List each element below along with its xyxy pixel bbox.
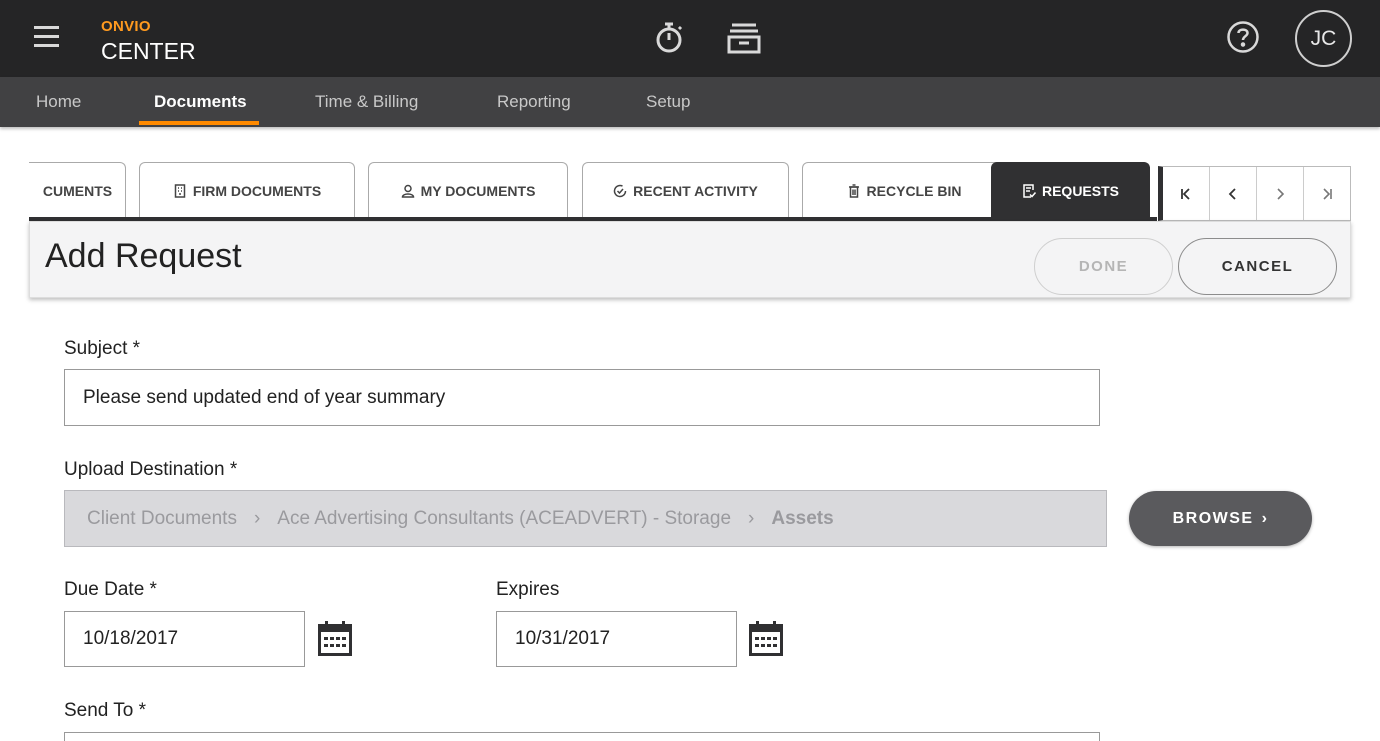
send-to-input[interactable]	[64, 732, 1100, 741]
inbox-tray-icon[interactable]	[726, 18, 762, 58]
menu-icon[interactable]	[34, 24, 60, 48]
tab-label: MY DOCUMENTS	[420, 182, 536, 199]
tab-requests[interactable]: REQUESTS	[991, 162, 1150, 218]
breadcrumb-client-documents: Client Documents	[87, 507, 237, 529]
tab-recycle-bin[interactable]: RECYCLE BIN	[802, 162, 1006, 218]
upload-destination-field: Client Documents › Ace Advertising Consu…	[64, 490, 1107, 547]
page-title: Add Request	[45, 237, 242, 275]
cancel-button[interactable]: CANCEL	[1178, 238, 1337, 295]
chevron-right-icon: ›	[748, 507, 755, 529]
tab-pager	[1158, 166, 1351, 221]
send-to-label: Send To *	[64, 700, 147, 721]
help-icon[interactable]	[1226, 20, 1260, 54]
brand-logo-main: CENTER	[101, 38, 196, 64]
user-avatar[interactable]: JC	[1295, 10, 1352, 67]
previous-page-icon[interactable]	[1210, 167, 1257, 220]
nav-item-home[interactable]: Home	[36, 92, 81, 112]
browse-button[interactable]: BROWSE ›	[1129, 491, 1312, 546]
upload-destination-label: Upload Destination *	[64, 459, 238, 480]
calendar-icon[interactable]	[317, 621, 353, 657]
building-icon	[174, 183, 186, 198]
due-date-label: Due Date *	[64, 579, 157, 600]
tab-client-documents[interactable]: CUMENTS	[29, 162, 126, 218]
expires-input[interactable]: 10/31/2017	[496, 611, 737, 667]
tab-firm-documents[interactable]: FIRM DOCUMENTS	[139, 162, 355, 218]
expires-label: Expires	[496, 579, 560, 600]
document-tabs: CUMENTS FIRM DOCUMENTS MY DOCUMENTS RECE…	[29, 162, 1351, 218]
stopwatch-icon[interactable]	[652, 18, 688, 58]
tab-label: FIRM DOCUMENTS	[192, 182, 322, 199]
recent-activity-icon	[613, 184, 627, 197]
chevron-right-icon: ›	[253, 507, 261, 529]
tab-label: RECYCLE BIN	[866, 182, 962, 199]
tab-label: REQUESTS	[1041, 182, 1119, 199]
last-page-icon[interactable]	[1304, 167, 1350, 220]
chevron-right-icon: ›	[1261, 509, 1269, 527]
nav-item-documents[interactable]: Documents	[154, 92, 247, 112]
calendar-icon[interactable]	[748, 621, 784, 657]
next-page-icon[interactable]	[1257, 167, 1304, 220]
add-request-header-panel: Add Request DONE CANCEL	[29, 221, 1351, 298]
trash-icon	[848, 183, 859, 198]
done-button[interactable]: DONE	[1034, 238, 1173, 295]
due-date-input[interactable]: 10/18/2017	[64, 611, 305, 667]
top-header: ONVIO CENTER JC	[0, 0, 1380, 77]
request-icon	[1023, 183, 1036, 198]
subject-label: Subject *	[64, 338, 141, 359]
nav-item-reporting[interactable]: Reporting	[497, 92, 571, 112]
breadcrumb-assets: Assets	[771, 507, 834, 529]
tab-recent-activity[interactable]: RECENT ACTIVITY	[582, 162, 789, 218]
first-page-icon[interactable]	[1163, 167, 1210, 220]
browse-button-label: BROWSE	[1172, 509, 1254, 527]
active-nav-indicator	[139, 121, 259, 125]
main-navigation: Home Documents Time & Billing Reporting …	[0, 77, 1380, 127]
breadcrumb-client-storage: Ace Advertising Consultants (ACEADVERT) …	[277, 507, 732, 529]
nav-item-time-billing[interactable]: Time & Billing	[315, 92, 418, 112]
brand-logo-top: ONVIO	[101, 18, 151, 35]
tab-label: CUMENTS	[42, 182, 113, 199]
nav-item-setup[interactable]: Setup	[646, 92, 690, 112]
person-icon	[401, 184, 414, 198]
tab-label: RECENT ACTIVITY	[633, 182, 758, 199]
subject-input[interactable]: Please send updated end of year summary	[64, 369, 1100, 426]
tab-my-documents[interactable]: MY DOCUMENTS	[368, 162, 568, 218]
